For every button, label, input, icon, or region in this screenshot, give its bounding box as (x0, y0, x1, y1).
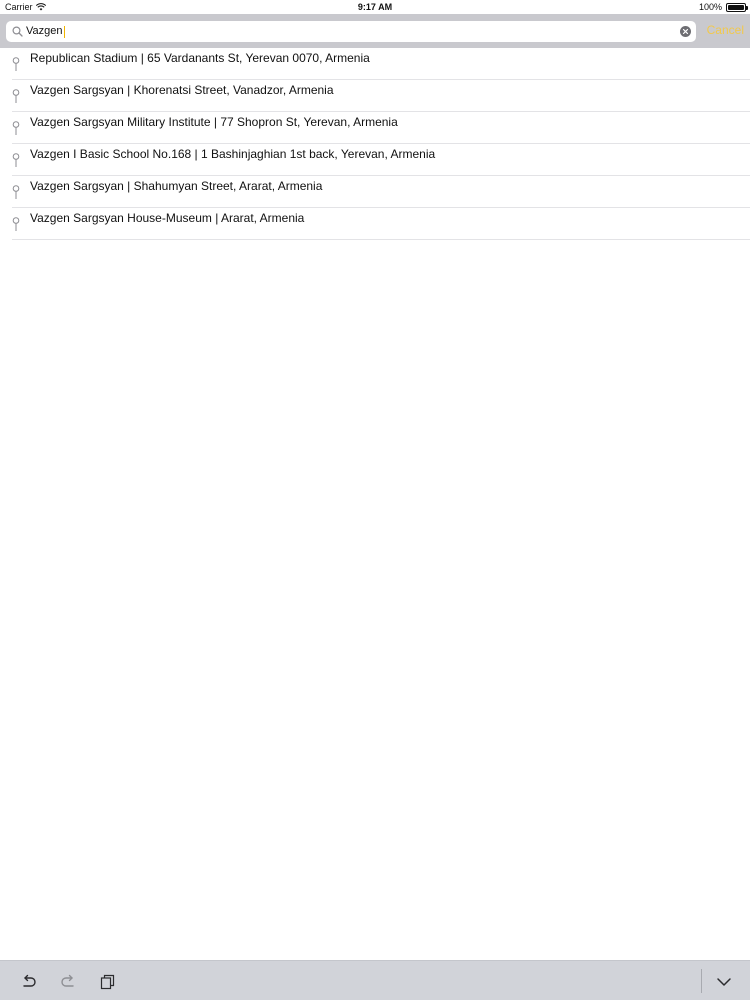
clear-icon[interactable] (680, 26, 691, 37)
battery-fill (728, 4, 744, 10)
redo-icon[interactable] (59, 973, 77, 991)
toolbar-divider (701, 969, 702, 993)
battery-icon (726, 2, 748, 12)
status-bar: Carrier 9:17 AM 100% (0, 0, 750, 14)
cancel-button[interactable]: Cancel (707, 23, 744, 37)
status-right: 100% (698, 2, 748, 12)
pin-icon (12, 185, 20, 199)
list-item[interactable]: Republican Stadium | 65 Vardanants St, Y… (12, 48, 750, 80)
result-text: Vazgen I Basic School No.168 | 1 Bashinj… (30, 147, 436, 161)
battery-percent: 100% (698, 2, 722, 12)
list-item[interactable]: Vazgen Sargsyan | Khorenatsi Street, Van… (12, 80, 750, 112)
list-item[interactable]: Vazgen Sargsyan | Shahumyan Street, Arar… (12, 176, 750, 208)
bottom-toolbar (0, 960, 750, 1000)
result-text: Vazgen Sargsyan House-Museum | Ararat, A… (30, 211, 305, 225)
search-icon (12, 26, 23, 37)
pin-icon (12, 57, 20, 71)
search-input[interactable]: Vazgen (26, 21, 666, 42)
search-input-value: Vazgen (26, 25, 63, 37)
pin-icon (12, 217, 20, 231)
status-time: 9:17 AM (357, 2, 393, 12)
chevron-down-icon[interactable] (715, 973, 733, 991)
result-text: Republican Stadium | 65 Vardanants St, Y… (30, 51, 370, 65)
undo-icon[interactable] (20, 973, 38, 991)
pin-icon (12, 89, 20, 103)
result-text: Vazgen Sargsyan | Shahumyan Street, Arar… (30, 179, 323, 193)
search-bar: Vazgen Cancel (0, 14, 750, 48)
search-field[interactable]: Vazgen (6, 21, 696, 42)
results-list: Republican Stadium | 65 Vardanants St, Y… (0, 48, 750, 240)
list-item[interactable]: Vazgen I Basic School No.168 | 1 Bashinj… (12, 144, 750, 176)
list-item[interactable]: Vazgen Sargsyan House-Museum | Ararat, A… (12, 208, 750, 240)
result-text: Vazgen Sargsyan | Khorenatsi Street, Van… (30, 83, 334, 97)
pin-icon (12, 153, 20, 167)
result-text: Vazgen Sargsyan Military Institute | 77 … (30, 115, 398, 129)
text-caret (63, 25, 65, 38)
list-item[interactable]: Vazgen Sargsyan Military Institute | 77 … (12, 112, 750, 144)
paste-icon[interactable] (99, 973, 117, 991)
pin-icon (12, 121, 20, 135)
